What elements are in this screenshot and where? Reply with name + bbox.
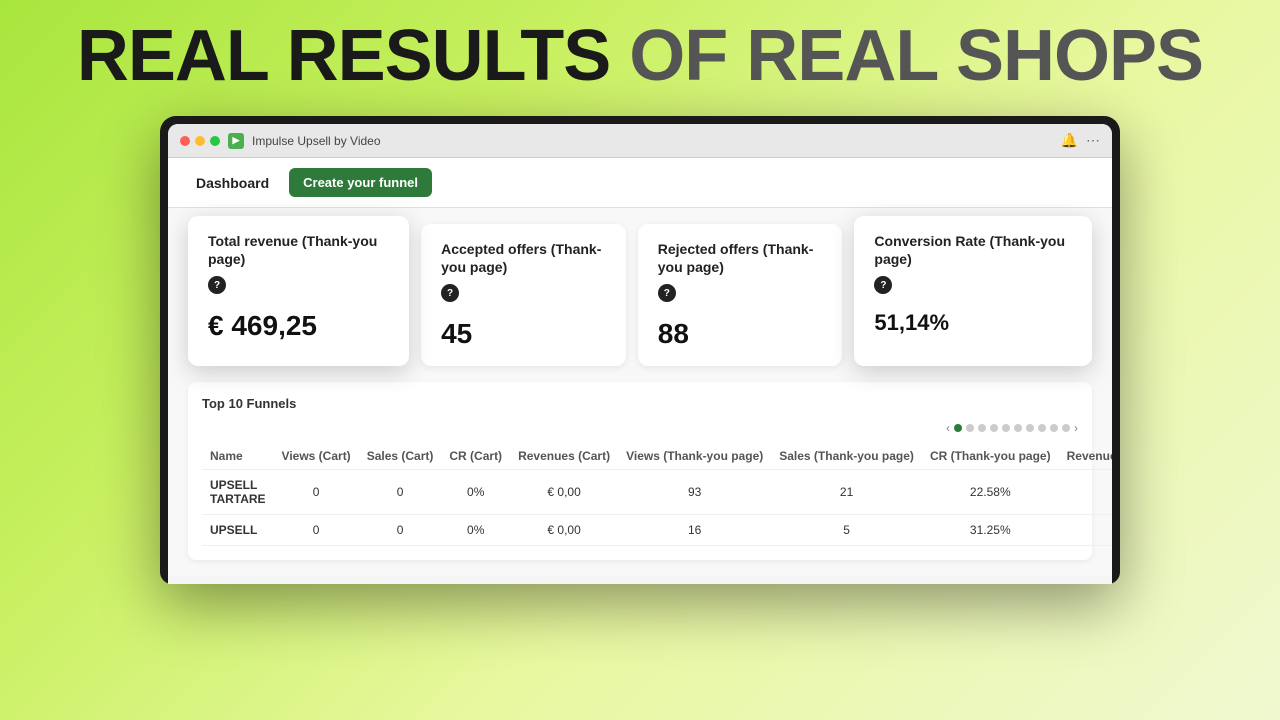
page-dot-10[interactable] [1062,424,1070,432]
stats-row: Total revenue (Thank-you page) ? € 469,2… [188,224,1092,366]
page-dot-9[interactable] [1050,424,1058,432]
cell-sales-thankyou-1: 5 [771,515,922,546]
col-name: Name [202,443,274,470]
cell-views-cart-1: 0 [274,515,359,546]
cell-revenues-1 [1059,515,1112,546]
stat-help-0[interactable]: ? [208,276,226,294]
device-frame: ▶ Impulse Upsell by Video 🔔 ⋯ Dashboard … [160,116,1120,584]
table-title: Top 10 Funnels [202,396,1078,411]
stat-help-1[interactable]: ? [441,284,459,302]
pagination-dots: ‹ › [202,421,1078,435]
app-icon: ▶ [228,133,244,149]
cell-cr-thankyou-0: 22.58% [922,470,1059,515]
stat-help-3[interactable]: ? [874,276,892,294]
next-page-button[interactable]: › [1074,421,1078,435]
stat-value-0: € 469,25 [208,310,389,342]
col-revenues-cart: Revenues (Cart) [510,443,618,470]
stat-value-1: 45 [441,318,606,350]
nav-bar: Dashboard Create your funnel [168,158,1112,208]
cell-name-1: UPSELL [202,515,274,546]
col-sales-cart: Sales (Cart) [359,443,442,470]
col-sales-thankyou: Sales (Thank-you page) [771,443,922,470]
stat-value-2: 88 [658,318,823,350]
cell-cr-cart-0: 0% [441,470,510,515]
page-dot-4[interactable] [990,424,998,432]
stat-card-accepted: Accepted offers (Thank-you page) ? 45 [421,224,626,366]
page-dot-2[interactable] [966,424,974,432]
cell-views-thankyou-0: 93 [618,470,771,515]
table-row: UPSELL TARTARE 0 0 0% € 0,00 93 21 22.58… [202,470,1112,515]
cell-cr-thankyou-1: 31.25% [922,515,1059,546]
cell-cr-cart-1: 0% [441,515,510,546]
create-funnel-button[interactable]: Create your funnel [289,168,432,197]
table-header-row: Name Views (Cart) Sales (Cart) CR (Cart)… [202,443,1112,470]
col-views-cart: Views (Cart) [274,443,359,470]
table-section: Top 10 Funnels ‹ › [188,382,1092,560]
cell-revenues-0 [1059,470,1112,515]
app-title: Impulse Upsell by Video [252,134,1053,148]
page-dot-8[interactable] [1038,424,1046,432]
dot-minimize[interactable] [195,136,205,146]
page-dot-3[interactable] [978,424,986,432]
headline-bold: REAL RESULTS [77,16,610,96]
headline-light: REAL SHOPS [746,16,1203,96]
stat-title-2: Rejected offers (Thank-you page) [658,240,823,276]
browser-dots [180,136,220,146]
page-dot-7[interactable] [1026,424,1034,432]
cell-revenues-cart-1: € 0,00 [510,515,618,546]
browser-actions: 🔔 ⋯ [1061,132,1100,149]
table-row: UPSELL 0 0 0% € 0,00 16 5 31.25% [202,515,1112,546]
col-revenues: Revenues [1059,443,1112,470]
cell-views-cart-0: 0 [274,470,359,515]
cell-name-0: UPSELL TARTARE [202,470,274,515]
bell-icon[interactable]: 🔔 [1061,132,1078,149]
page-dot-1[interactable] [954,424,962,432]
stat-title-1: Accepted offers (Thank-you page) [441,240,606,276]
funnels-table: Name Views (Cart) Sales (Cart) CR (Cart)… [202,443,1112,546]
page-dot-5[interactable] [1002,424,1010,432]
cell-sales-cart-0: 0 [359,470,442,515]
cell-views-thankyou-1: 16 [618,515,771,546]
dot-maximize[interactable] [210,136,220,146]
dot-close[interactable] [180,136,190,146]
stat-value-3: 51,14% [874,310,1072,336]
browser-chrome: ▶ Impulse Upsell by Video 🔔 ⋯ [168,124,1112,158]
stat-card-conversion: Conversion Rate (Thank-you page) ? 51,14… [854,216,1092,366]
nav-dashboard[interactable]: Dashboard [188,171,277,195]
cell-revenues-cart-0: € 0,00 [510,470,618,515]
more-icon[interactable]: ⋯ [1086,132,1100,149]
table-body: UPSELL TARTARE 0 0 0% € 0,00 93 21 22.58… [202,470,1112,546]
headline-separator: OF [610,16,746,96]
prev-page-button[interactable]: ‹ [946,421,950,435]
stat-title-3: Conversion Rate (Thank-you page) [874,232,1072,268]
page-dot-6[interactable] [1014,424,1022,432]
cell-sales-cart-1: 0 [359,515,442,546]
cell-sales-thankyou-0: 21 [771,470,922,515]
main-content: Total revenue (Thank-you page) ? € 469,2… [168,208,1112,576]
col-cr-cart: CR (Cart) [441,443,510,470]
stat-card-rejected: Rejected offers (Thank-you page) ? 88 [638,224,843,366]
col-cr-thankyou: CR (Thank-you page) [922,443,1059,470]
stat-title-0: Total revenue (Thank-you page) [208,232,389,268]
stat-card-total-revenue: Total revenue (Thank-you page) ? € 469,2… [188,216,409,366]
col-views-thankyou: Views (Thank-you page) [618,443,771,470]
browser-window: ▶ Impulse Upsell by Video 🔔 ⋯ Dashboard … [168,124,1112,584]
headline: REAL RESULTS OF REAL SHOPS [77,20,1203,92]
stat-help-2[interactable]: ? [658,284,676,302]
